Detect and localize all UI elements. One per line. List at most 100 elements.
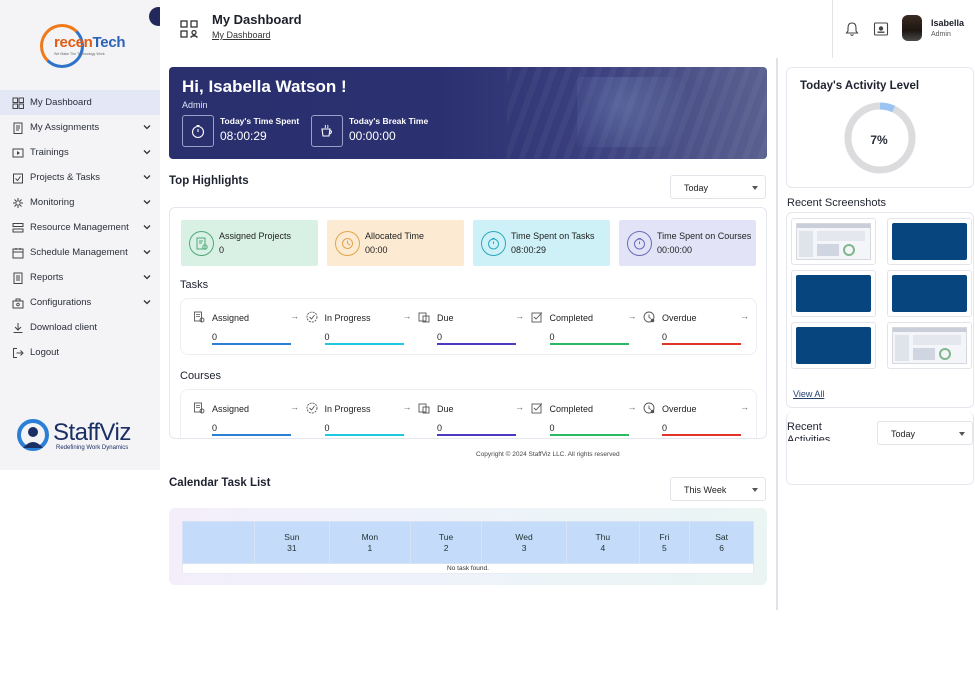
notification-bell-icon[interactable] (844, 21, 860, 37)
arrow-right-icon[interactable]: → (628, 402, 637, 412)
in-progress-icon (306, 402, 317, 414)
screenshot-thumbnail[interactable] (887, 270, 972, 317)
time-spent-label: Today's Time Spent (220, 116, 300, 126)
recent-activities-title: Recent Activities (787, 421, 831, 441)
stat-value: 0 (662, 332, 668, 342)
screenshot-thumbnail[interactable] (791, 322, 876, 369)
calendar-day-thu: Thu 4 (566, 521, 640, 564)
sidebar-item-label: My Dashboard (30, 97, 92, 108)
stat-underline (212, 434, 291, 436)
tasks-stat-completed[interactable]: Completed → 0 (529, 299, 637, 356)
recentech-logo[interactable]: recenTech We Make The Technology Work (40, 22, 130, 68)
stat-underline (324, 434, 404, 436)
tasks-stat-in-progress[interactable]: In Progress → 0 (304, 299, 412, 356)
arrow-right-icon[interactable]: → (740, 311, 749, 321)
sidebar-item-monitoring[interactable]: Monitoring (0, 190, 160, 215)
day-date: 4 (600, 542, 606, 553)
staffviz-tagline: Redefining Work Dynamics (56, 445, 129, 451)
stat-value: 0 (549, 423, 555, 433)
courses-title: Courses (180, 370, 221, 382)
sidebar-item-my-assignments[interactable]: My Assignments (0, 115, 160, 140)
courses-stats-row: Assigned → 0 In Progress → 0 Due → 0 Completed → 0 O… (180, 389, 757, 438)
activity-level-title: Today's Activity Level (800, 80, 920, 92)
screenshot-thumbnail[interactable] (791, 218, 876, 265)
stat-underline (437, 434, 516, 436)
day-name: Tue (438, 531, 454, 542)
screenshot-thumbnail[interactable] (791, 270, 876, 317)
due-icon (418, 403, 430, 414)
courses-stat-completed[interactable]: Completed → 0 (529, 390, 637, 438)
arrow-right-icon[interactable]: → (515, 311, 524, 321)
calendar-range-dropdown[interactable]: This Week (670, 477, 766, 501)
highlight-card-time-spent-on-courses[interactable]: Time Spent on Courses 00:00:00 (619, 220, 756, 266)
view-all-screenshots-link[interactable]: View All (793, 389, 824, 399)
arrow-right-icon[interactable]: → (403, 311, 412, 321)
sidebar-item-my-dashboard[interactable]: My Dashboard (0, 90, 160, 115)
sidebar-item-trainings[interactable]: Trainings (0, 140, 160, 165)
schedule-icon (11, 246, 24, 259)
arrow-right-icon[interactable]: → (515, 402, 524, 412)
sidebar-item-schedule-management[interactable]: Schedule Management (0, 240, 160, 265)
courses-stat-assigned[interactable]: Assigned → 0 (191, 390, 299, 438)
tasks-stat-assigned[interactable]: Assigned → 0 (191, 299, 299, 356)
time-on-tasks-icon (481, 231, 506, 256)
calendar-table: Sun 31 Mon 1 Tue 2 Wed 3 Thu 4 Fri 5 Sat 6 No task fo… (182, 521, 754, 574)
sidebar-nav: My Dashboard My Assignments Trainings Proje… (0, 90, 160, 365)
sidebar-item-projects-tasks[interactable]: Projects & Tasks (0, 165, 160, 190)
highlight-value: 08:00:29 (511, 245, 547, 255)
screenshot-thumbnail[interactable] (887, 218, 972, 265)
highlights-period-dropdown[interactable]: Today (670, 175, 766, 199)
coffee-break-icon (311, 115, 343, 147)
sidebar-item-logout[interactable]: Logout (0, 340, 160, 365)
highlight-card-time-spent-on-tasks[interactable]: Time Spent on Tasks 08:00:29 (473, 220, 610, 266)
courses-stat-due[interactable]: Due → 0 (416, 390, 524, 438)
sidebar-item-resource-management[interactable]: Resource Management (0, 215, 160, 240)
stat-label: In Progress (324, 404, 371, 414)
arrow-right-icon[interactable]: → (740, 402, 749, 412)
courses-stat-in-progress[interactable]: In Progress → 0 (304, 390, 412, 438)
arrow-right-icon[interactable]: → (290, 311, 299, 321)
page-title: My Dashboard (212, 12, 302, 27)
day-date: 5 (662, 542, 667, 553)
break-time-value: 00:00:00 (349, 129, 396, 143)
chevron-down-icon (143, 175, 151, 180)
arrow-right-icon[interactable]: → (628, 311, 637, 321)
day-date: 31 (287, 542, 297, 553)
screenshot-thumbnail[interactable] (887, 322, 972, 369)
tasks-stat-overdue[interactable]: Overdue → 0 (641, 299, 749, 356)
user-name[interactable]: Isabella (931, 18, 964, 28)
sidebar-item-label: Reports (30, 272, 64, 283)
tasks-stat-due[interactable]: Due → 0 (416, 299, 524, 356)
day-date: 1 (367, 542, 373, 553)
in-progress-icon (306, 311, 317, 323)
recent-screenshots-card (786, 212, 974, 408)
training-icon (11, 146, 24, 159)
activities-period-dropdown[interactable]: Today (877, 421, 973, 445)
breadcrumb[interactable]: My Dashboard (212, 30, 271, 40)
staffviz-logo: StaffViz Redefining Work Dynamics (16, 416, 156, 456)
stat-underline (324, 343, 404, 345)
highlight-card-assigned-projects[interactable]: Assigned Projects 0 (181, 220, 318, 266)
calendar-range-value: This Week (684, 485, 727, 495)
highlight-card-allocated-time[interactable]: Allocated Time 00:00 (327, 220, 464, 266)
monitoring-icon (11, 196, 24, 209)
calendar-empty-message: No task found. (182, 563, 754, 574)
stat-value: 0 (437, 423, 443, 433)
highlights-period-value: Today (684, 183, 709, 193)
screenshot-capture-icon[interactable] (873, 21, 889, 37)
calendar-title: Calendar Task List (169, 477, 271, 489)
arrow-right-icon[interactable]: → (403, 402, 412, 412)
courses-stat-overdue[interactable]: Overdue → 0 (641, 390, 749, 438)
logo-tagline: We Make The Technology Work (54, 52, 105, 56)
sidebar-item-reports[interactable]: Reports (0, 265, 160, 290)
sidebar-item-configurations[interactable]: Configurations (0, 290, 160, 315)
column-divider (776, 58, 778, 610)
screenshot-preview-blank (796, 275, 871, 312)
user-role: Admin (931, 31, 951, 38)
sidebar-item-download-client[interactable]: Download client (0, 315, 160, 340)
tasks-title: Tasks (180, 279, 209, 291)
arrow-right-icon[interactable]: → (290, 402, 299, 412)
day-date: 2 (443, 542, 449, 553)
user-avatar[interactable] (902, 15, 922, 41)
stat-underline (549, 343, 629, 345)
